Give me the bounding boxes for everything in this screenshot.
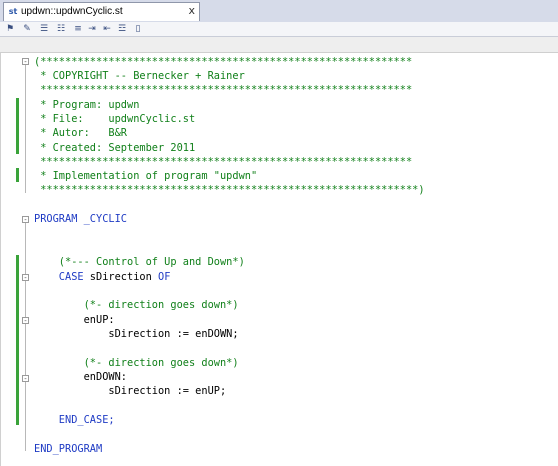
tab-label: updwn::updwnCyclic.st [21,6,123,17]
code-line: enDOWN: [34,371,127,383]
code-line: ****************************************… [34,84,413,96]
pencil-icon[interactable]: ✎ [21,23,33,35]
code-line: sDirection := enDOWN; [34,328,239,340]
code-line: * COPYRIGHT -- Bernecker + Rainer [34,70,245,82]
change-marker [16,255,19,425]
fold-toggle-icon[interactable]: - [22,274,29,282]
code-line: END_PROGRAM [34,443,103,455]
fold-toggle-icon[interactable]: - [22,317,29,325]
code-line: * Implementation of program "updwn" [34,170,258,182]
code-line: (***************************************… [34,56,413,68]
fold-toggle-icon[interactable]: - [22,58,29,66]
uncomment-icon[interactable]: ☷ [55,23,67,35]
align-icon[interactable]: ≡ [72,23,84,35]
outdent-icon[interactable]: ⇤ [101,23,113,35]
tab-updwn-cyclic[interactable]: st updwn::updwnCyclic.st x [3,2,200,21]
keyword: CASE [34,271,84,283]
fold-guide [25,65,26,193]
close-icon[interactable]: x [188,5,195,17]
change-marker [16,168,19,182]
code-line: END_CASE; [34,414,115,426]
code-line: (*- direction goes down*) [34,299,239,311]
toggle-bookmark-icon[interactable]: ⚑ [4,23,16,35]
comment-icon[interactable]: ☰ [38,23,50,35]
page-icon[interactable]: ▯ [132,23,144,35]
indent-icon[interactable]: ⇥ [86,23,98,35]
code-line: sDirection := enUP; [34,385,227,397]
code-line: (*--- Control of Up and Down*) [34,256,245,268]
code-line: * Program: updwn [34,99,140,111]
code-line: * Created: September 2011 [34,142,196,154]
code-line: (*- direction goes down*) [34,357,239,369]
fold-toggle-icon[interactable]: - [22,375,29,383]
code-line: enUP: [34,314,115,326]
code-line: ****************************************… [34,156,413,168]
code-line: * File: updwnCyclic.st [34,113,196,125]
identifier: sDirection [83,271,159,283]
editor-toolbar: ⚑ ✎ ☰ ☷ ≡ ⇥ ⇤ ☲ ▯ [0,22,558,37]
ruler [0,37,558,53]
code-line: CASE sDirection OF [34,270,171,284]
fold-guide [25,223,26,451]
keyword: OF [158,271,171,283]
code-line: * Autor: B&R [34,127,127,139]
list-icon[interactable]: ☲ [116,23,128,35]
code-editor[interactable]: - - - - - (*****************************… [0,53,558,466]
st-file-icon: st [8,7,18,16]
change-marker [16,98,19,154]
fold-toggle-icon[interactable]: - [22,216,29,224]
code-line: PROGRAM _CYCLIC [34,213,127,225]
code-line: ****************************************… [34,184,425,196]
tab-bar: st updwn::updwnCyclic.st x [0,0,558,23]
